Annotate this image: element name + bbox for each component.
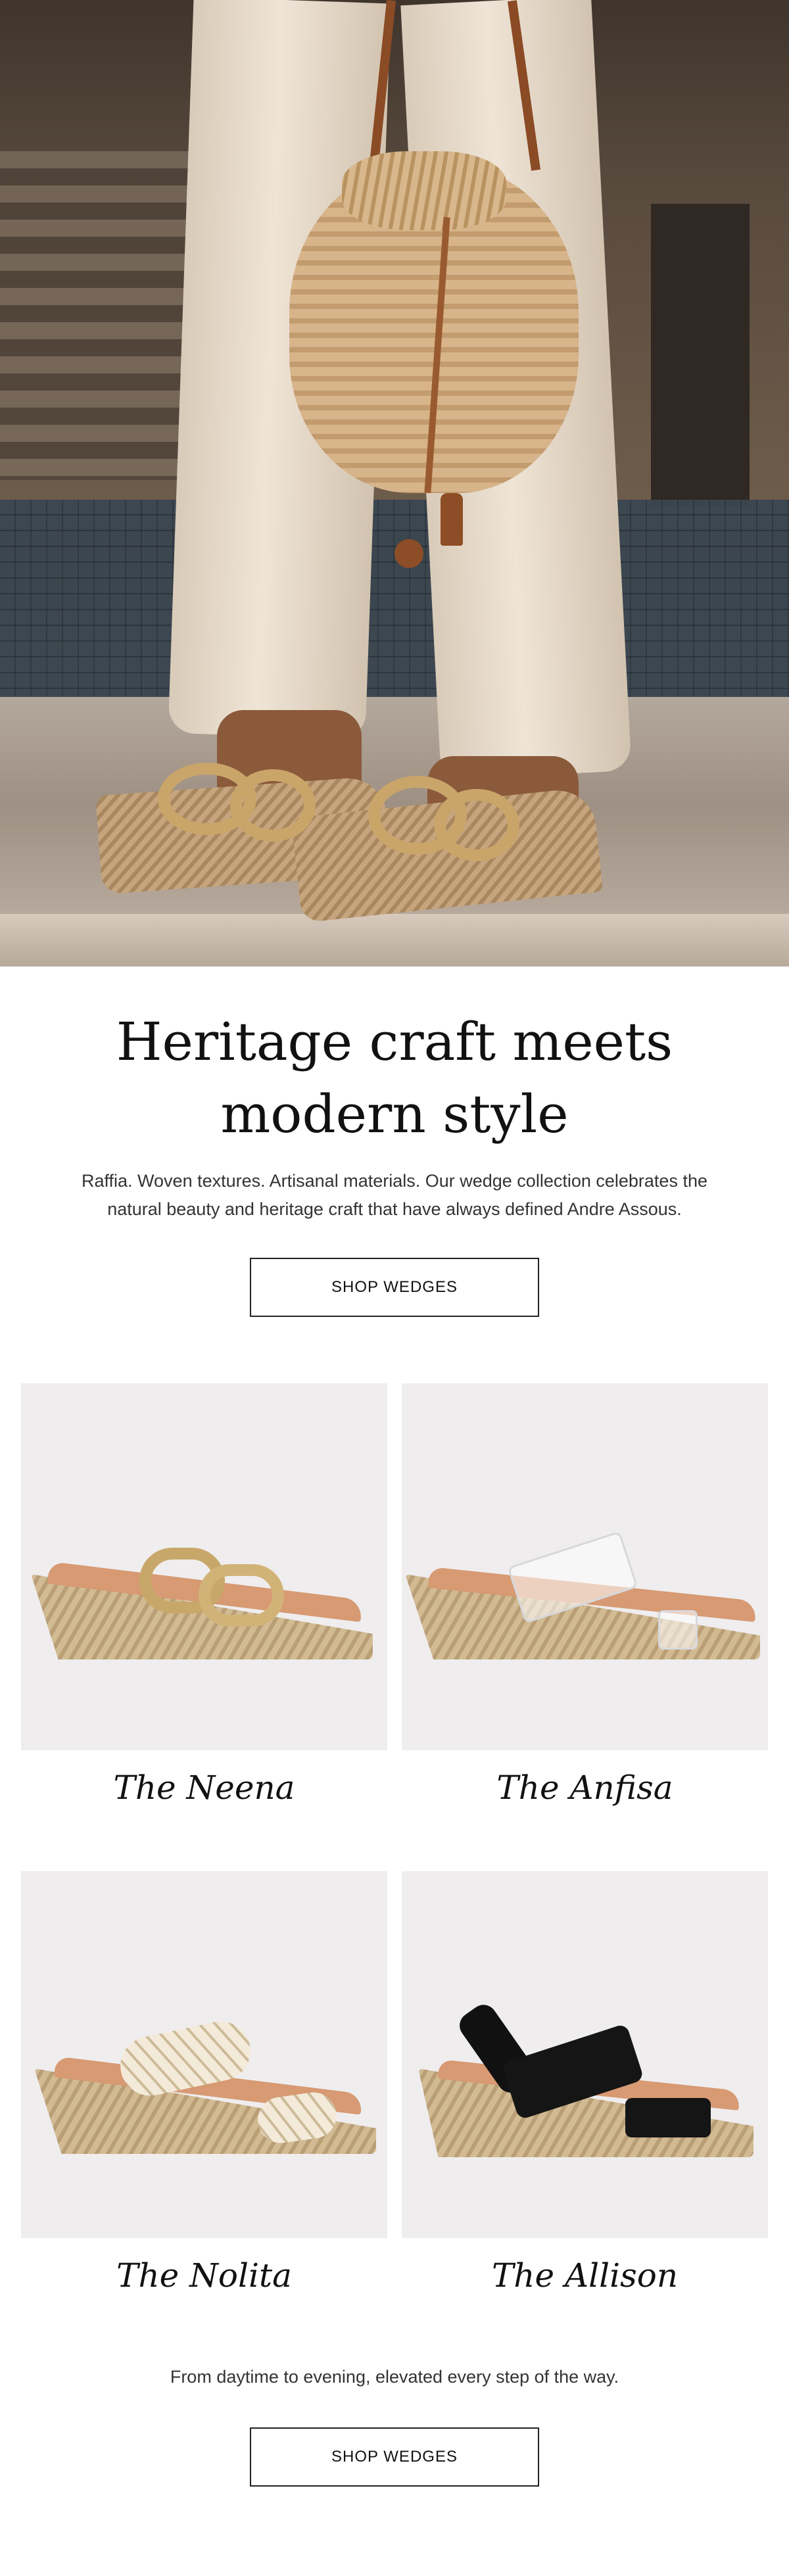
left-sandal-strap-2 [230, 769, 316, 842]
shop-wedges-button[interactable]: SHOP WEDGES [250, 1258, 539, 1317]
intro-body-line-2: natural beauty and heritage craft that h… [107, 1199, 682, 1219]
product-image-neena[interactable] [21, 1383, 387, 1750]
bag-drawstring-top [342, 151, 506, 230]
headline: Heritage craft meets modern style [66, 1006, 723, 1151]
clear-vinyl-toe-strap [658, 1610, 698, 1650]
black-elastic-toe-strap [625, 2098, 711, 2137]
product-name-nolita[interactable]: The Nolita [21, 2256, 387, 2295]
background-doorway [651, 204, 750, 506]
intro-body: Raffia. Woven textures. Artisanal materi… [66, 1167, 723, 1224]
product-name-allison[interactable]: The Allison [402, 2256, 768, 2295]
product-image-allison[interactable] [402, 1871, 768, 2238]
bag-tassel [441, 493, 463, 546]
background-stairs [0, 151, 197, 480]
closing-tagline: From daytime to evening, elevated every … [170, 2367, 619, 2387]
ledge-edge [0, 914, 789, 966]
bag-knot [394, 539, 423, 568]
product-image-nolita[interactable] [21, 1871, 387, 2238]
intro-body-line-1: Raffia. Woven textures. Artisanal materi… [82, 1171, 707, 1191]
headline-line-2: modern style [220, 1084, 569, 1145]
pool-tiles [0, 500, 789, 697]
product-image-anfisa[interactable] [402, 1383, 768, 1750]
hero-image[interactable] [0, 0, 789, 966]
intro-section: Heritage craft meets modern style Raffia… [0, 966, 789, 1361]
product-name-anfisa[interactable]: The Anfisa [402, 1769, 768, 1807]
product-name-neena[interactable]: The Neena [21, 1769, 387, 1807]
right-sandal-strap-2 [434, 789, 519, 861]
headline-line-1: Heritage craft meets [116, 1011, 673, 1072]
shop-wedges-button-footer[interactable]: SHOP WEDGES [250, 2427, 539, 2487]
gold-woven-strap-2 [199, 1564, 284, 1627]
